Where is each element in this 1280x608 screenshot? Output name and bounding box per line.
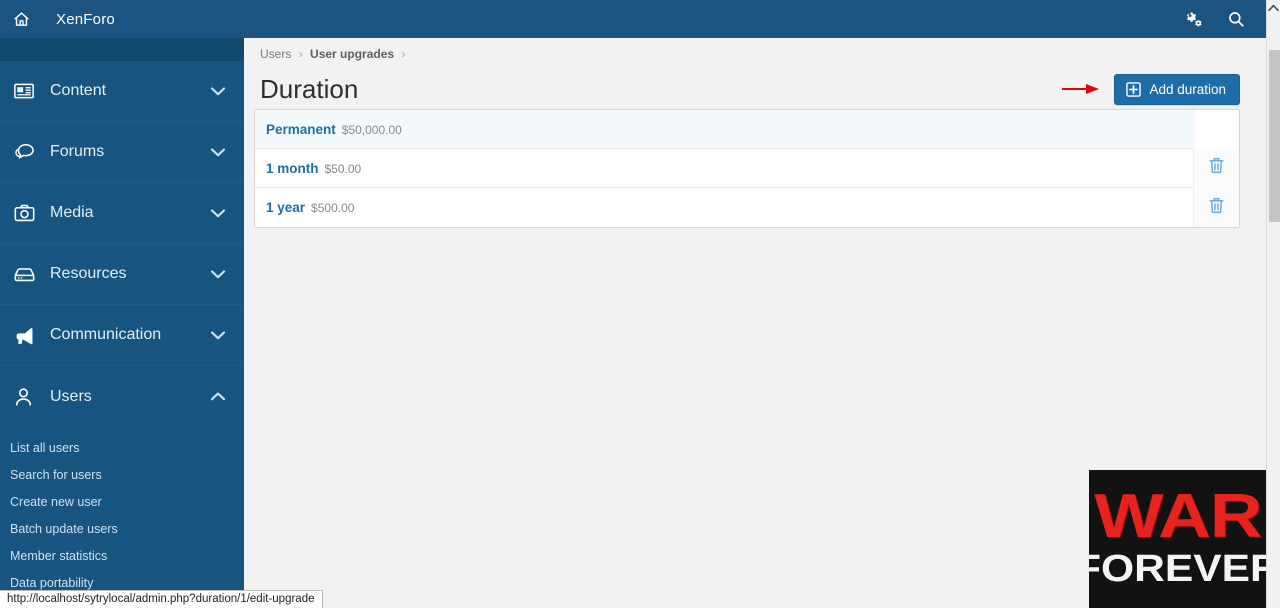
table-row[interactable]: 1 month $50.00 (255, 148, 1239, 188)
row-content[interactable]: 1 year $500.00 (255, 200, 1193, 215)
chevron-down-icon[interactable] (210, 144, 226, 160)
sidebar-subitem-list-all-users[interactable]: List all users (0, 435, 244, 462)
duration-price: $50,000.00 (341, 122, 402, 137)
add-duration-button[interactable]: Add duration (1114, 73, 1240, 105)
sidebar-item-content[interactable]: Content (0, 61, 244, 122)
status-bar-link-preview: http://localhost/sytrylocal/admin.php?du… (0, 590, 323, 608)
database-icon (14, 263, 40, 285)
sidebar-subitem-search-for-users[interactable]: Search for users (0, 462, 244, 489)
sidebar-item-label: Media (50, 204, 94, 221)
breadcrumb: Users › User upgrades › (244, 38, 1266, 61)
add-duration-label: Add duration (1149, 81, 1226, 97)
duration-price: $50.00 (324, 161, 362, 176)
page-title: Duration (260, 73, 359, 104)
sidebar-item-label: Forums (50, 143, 105, 160)
red-arrow-annotation (1062, 81, 1100, 97)
home-icon[interactable] (10, 8, 32, 30)
sidebar-subitem-batch-update-users[interactable]: Batch update users (0, 516, 244, 543)
trash-icon[interactable] (1208, 196, 1225, 220)
duration-price: $500.00 (311, 201, 355, 215)
vertical-scrollbar[interactable] (1266, 0, 1280, 608)
sidebar-item-resources[interactable]: Resources (0, 244, 244, 305)
page-header-actions: Add duration (1062, 73, 1240, 105)
chevron-down-icon[interactable] (210, 205, 226, 221)
sidebar-item-label: Resources (50, 265, 127, 282)
newspaper-icon (14, 80, 40, 102)
trash-icon[interactable] (1208, 156, 1225, 180)
sidebar-top-strip (0, 38, 244, 61)
cogs-icon[interactable] (1184, 9, 1204, 29)
breadcrumb-item-users[interactable]: Users (260, 47, 291, 61)
duration-name[interactable]: Permanent (266, 122, 336, 137)
users-subnav: List all users Search for users Create n… (0, 427, 244, 597)
row-content[interactable]: Permanent $50,000.00 (255, 122, 1193, 137)
camera-icon (14, 202, 40, 224)
user-icon (14, 386, 40, 408)
war-forever-image-overlay: WAR FOREVER (1089, 470, 1266, 608)
duration-name[interactable]: 1 month (266, 161, 319, 176)
sidebar-navigation: Content Forums Media Resources Communica… (0, 38, 244, 608)
chevron-down-icon[interactable] (210, 83, 226, 99)
plus-square-icon (1126, 81, 1142, 97)
comments-icon (14, 141, 40, 163)
sidebar-subitem-create-new-user[interactable]: Create new user (0, 489, 244, 516)
row-action-cell (1193, 188, 1239, 227)
top-header-bar: XenForo (0, 0, 1266, 38)
row-action-cell (1193, 148, 1239, 188)
breadcrumb-separator: › (298, 47, 303, 61)
sidebar-item-label: Communication (50, 326, 162, 343)
sidebar-item-label: Users (50, 387, 92, 405)
sidebar-item-label: Content (50, 82, 107, 99)
chevron-down-icon[interactable] (210, 266, 226, 282)
scroll-up-arrow-icon[interactable] (1267, 0, 1280, 16)
table-row[interactable]: 1 year $500.00 (255, 188, 1239, 227)
sidebar-item-forums[interactable]: Forums (0, 122, 244, 183)
bullhorn-icon (14, 324, 40, 346)
chevron-down-icon[interactable] (210, 327, 226, 343)
breadcrumb-item-user-upgrades[interactable]: User upgrades (310, 47, 394, 61)
row-content[interactable]: 1 month $50.00 (255, 161, 1193, 176)
sidebar-item-users[interactable]: Users (0, 366, 244, 427)
overlay-line-2: FOREVER (1089, 548, 1266, 590)
sidebar-subitem-member-statistics[interactable]: Member statistics (0, 543, 244, 570)
brand-title: XenForo (56, 10, 115, 28)
scrollbar-thumb[interactable] (1269, 50, 1280, 222)
row-action-cell (1193, 110, 1239, 149)
sidebar-item-media[interactable]: Media (0, 183, 244, 244)
chevron-up-icon[interactable] (210, 389, 226, 405)
application-window: XenForo Content Forums Media Resources C… (0, 0, 1280, 608)
duration-list: Permanent $50,000.00 1 month $50.00 1 ye… (254, 109, 1240, 228)
header-actions (1184, 9, 1246, 29)
overlay-line-1: WAR (1093, 482, 1262, 551)
duration-name[interactable]: 1 year (266, 200, 305, 215)
page-header: Duration Add duration (244, 61, 1266, 109)
table-row[interactable]: Permanent $50,000.00 (255, 110, 1239, 149)
search-icon[interactable] (1226, 9, 1246, 29)
breadcrumb-separator: › (401, 47, 406, 61)
sidebar-item-communication[interactable]: Communication (0, 305, 244, 366)
